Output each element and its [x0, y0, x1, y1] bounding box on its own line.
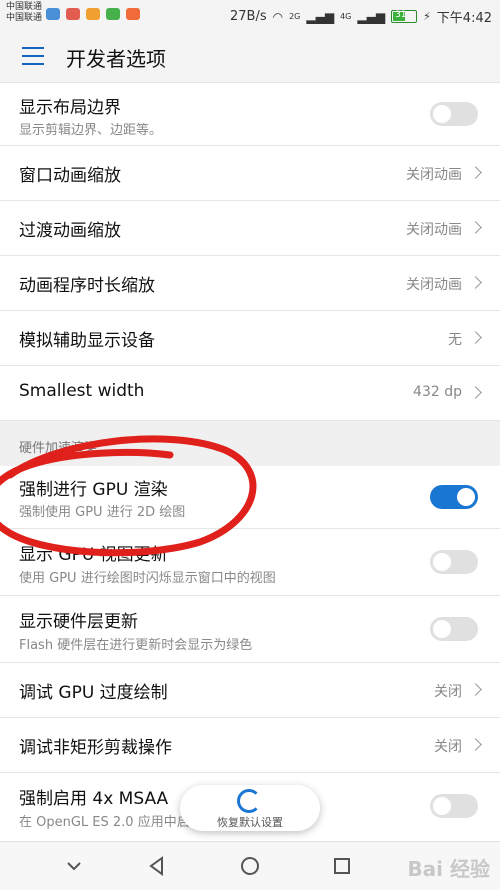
row-subtitle: 显示剪辑边界、边距等。 [19, 123, 163, 138]
row-value: 关闭 [434, 739, 462, 755]
battery-icon: 31 [391, 10, 418, 23]
battery-level: 31 [395, 10, 407, 20]
wifi-icon: ◠ [272, 9, 284, 24]
setting-show-hw-layer-updates[interactable]: 显示硬件层更新 Flash 硬件层在进行更新时会显示为绿色 [0, 596, 500, 663]
navigation-bar: Bai 经验 [0, 841, 500, 890]
menu-icon[interactable] [22, 47, 44, 65]
page-title: 开发者选项 [66, 47, 166, 71]
signal-icon: ▂▄▆ [357, 9, 386, 24]
carrier-labels: 中国联通 中国联通 [6, 2, 42, 24]
row-title: 动画程序时长缩放 [19, 276, 155, 296]
settings-list: 显示布局边界 显示剪辑边界、边距等。 窗口动画缩放 关闭动画 过渡动画缩放 关闭… [0, 83, 500, 839]
chevron-right-icon [469, 331, 482, 344]
refresh-icon [237, 789, 261, 813]
setting-show-layout-bounds[interactable]: 显示布局边界 显示剪辑边界、边距等。 [0, 83, 500, 146]
row-value: 关闭动画 [406, 167, 462, 183]
toggle-switch[interactable] [430, 794, 478, 818]
row-title: 过渡动画缩放 [19, 221, 121, 241]
toggle-switch[interactable] [430, 485, 478, 509]
chevron-right-icon [469, 683, 482, 696]
row-title: 强制进行 GPU 渲染 [19, 480, 168, 500]
notification-app-icon [66, 8, 80, 20]
setting-debug-non-rect-clip[interactable]: 调试非矩形剪裁操作 关闭 [0, 718, 500, 773]
recents-icon[interactable] [330, 854, 354, 878]
row-title: 调试 GPU 过度绘制 [19, 683, 168, 703]
row-subtitle: 使用 GPU 进行绘图时闪烁显示窗口中的视图 [19, 571, 276, 586]
watermark: Bai 经验 [407, 857, 490, 881]
row-value: 432 dp [413, 384, 462, 400]
setting-window-animation-scale[interactable]: 窗口动画缩放 关闭动画 [0, 146, 500, 201]
notification-icons [46, 8, 140, 20]
notification-app-icon [126, 8, 140, 20]
clock: 下午4:42 [436, 11, 492, 26]
restore-label: 恢复默认设置 [217, 816, 283, 829]
home-icon[interactable] [238, 854, 262, 878]
chevron-right-icon [469, 221, 482, 234]
toggle-switch[interactable] [430, 550, 478, 574]
signal-1-label: 2G [289, 12, 301, 21]
carrier-2: 中国联通 [6, 13, 43, 23]
chevron-right-icon [469, 386, 482, 399]
row-subtitle: Flash 硬件层在进行更新时会显示为绿色 [19, 638, 253, 653]
section-label: 硬件加速渲染 [19, 441, 98, 456]
row-title: Smallest width [19, 381, 145, 401]
row-value: 关闭动画 [406, 222, 462, 238]
status-right: 27B/s ◠ 2G ▂▄▆ 4G ▂▄▆ 31 ⚡ 下午4:42 [230, 7, 492, 26]
setting-simulate-secondary-display[interactable]: 模拟辅助显示设备 无 [0, 311, 500, 366]
net-speed: 27B/s [229, 9, 267, 24]
setting-force-gpu-rendering[interactable]: 强制进行 GPU 渲染 强制使用 GPU 进行 2D 绘图 [0, 466, 500, 529]
chevron-down-icon[interactable] [62, 854, 86, 878]
chevron-right-icon [469, 166, 482, 179]
row-title: 显示 GPU 视图更新 [19, 545, 168, 565]
toggle-switch[interactable] [430, 102, 478, 126]
setting-debug-gpu-overdraw[interactable]: 调试 GPU 过度绘制 关闭 [0, 663, 500, 718]
status-bar: 中国联通 中国联通 27B/s ◠ 2G ▂▄▆ 4G ▂▄▆ 31 ⚡ 下午4… [0, 0, 500, 30]
notification-app-icon [106, 8, 120, 20]
row-title: 窗口动画缩放 [19, 166, 121, 186]
carrier-1: 中国联通 [6, 2, 43, 12]
row-subtitle: 强制使用 GPU 进行 2D 绘图 [19, 505, 186, 520]
charging-icon: ⚡ [423, 10, 431, 23]
chevron-right-icon [469, 738, 482, 751]
row-title: 模拟辅助显示设备 [19, 331, 155, 351]
signal-2-label: 4G [340, 12, 352, 21]
setting-animator-duration-scale[interactable]: 动画程序时长缩放 关闭动画 [0, 256, 500, 311]
back-icon[interactable] [145, 854, 169, 878]
row-title: 显示硬件层更新 [19, 612, 138, 632]
row-value: 关闭 [434, 684, 462, 700]
row-value: 关闭动画 [406, 277, 462, 293]
notification-app-icon [86, 8, 100, 20]
setting-transition-animation-scale[interactable]: 过渡动画缩放 关闭动画 [0, 201, 500, 256]
chevron-right-icon [469, 276, 482, 289]
setting-smallest-width[interactable]: Smallest width 432 dp [0, 366, 500, 421]
signal-icon: ▂▄▆ [306, 9, 335, 24]
restore-defaults-button[interactable]: 恢复默认设置 [180, 785, 320, 831]
row-title: 强制启用 4x MSAA [19, 789, 169, 809]
setting-show-gpu-view-updates[interactable]: 显示 GPU 视图更新 使用 GPU 进行绘图时闪烁显示窗口中的视图 [0, 529, 500, 596]
row-value: 无 [448, 332, 462, 348]
row-title: 显示布局边界 [19, 98, 121, 118]
notification-app-icon [46, 8, 60, 20]
toggle-switch[interactable] [430, 617, 478, 641]
app-bar: 开发者选项 [0, 30, 500, 83]
row-title: 调试非矩形剪裁操作 [19, 738, 172, 758]
section-header: 硬件加速渲染 [0, 421, 500, 466]
